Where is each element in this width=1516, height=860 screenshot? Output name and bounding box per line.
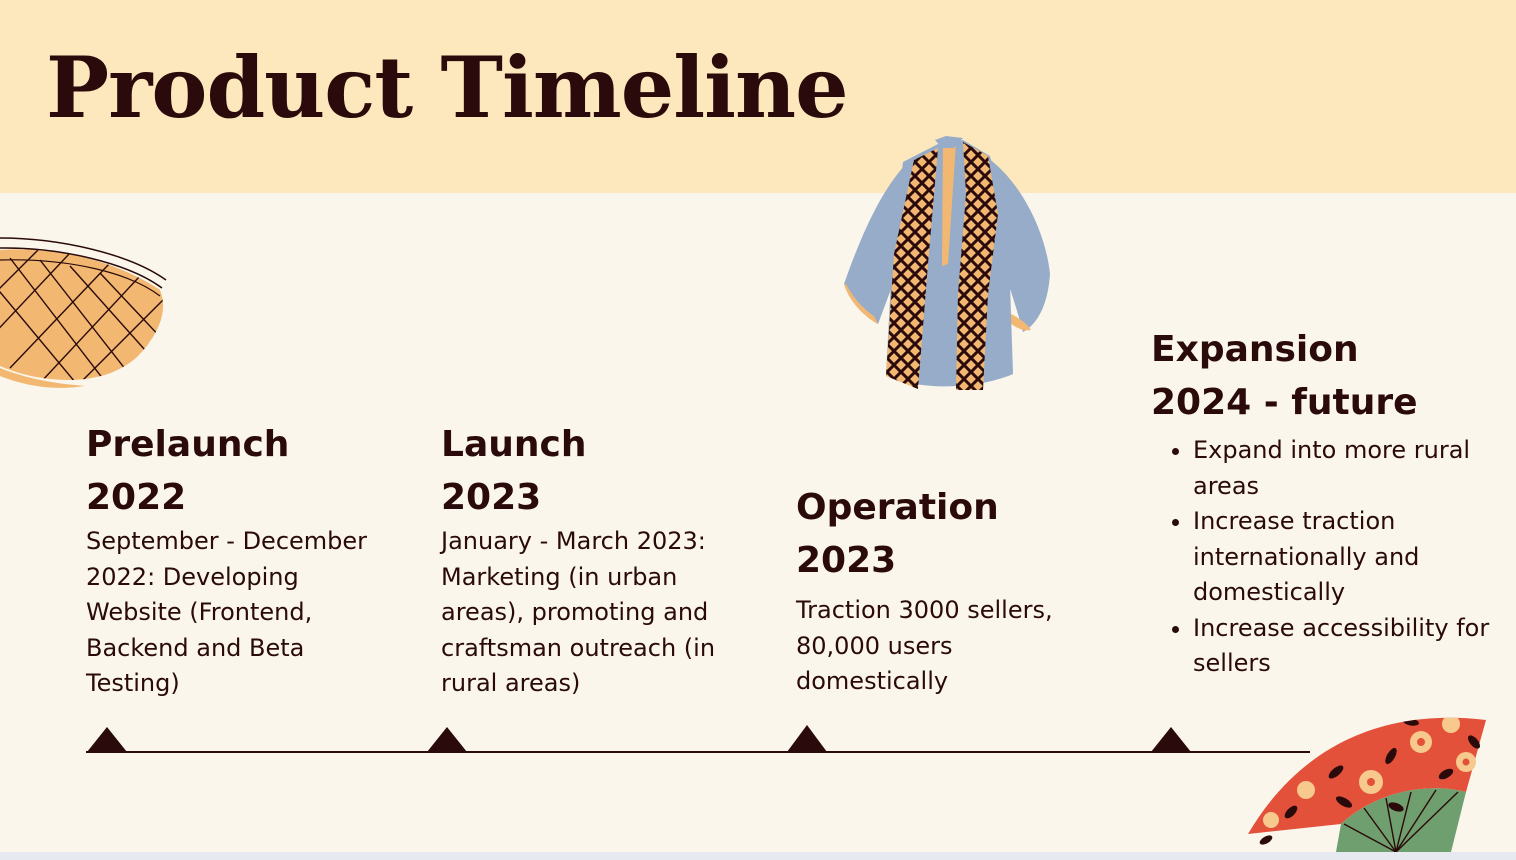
phase-name: Prelaunch [86, 424, 290, 465]
phase-bullet: Expand into more rural areas [1193, 433, 1491, 504]
phase-expansion: Expansion 2024 - future Expand into more… [1151, 323, 1491, 682]
timeline-marker-operation [787, 725, 827, 752]
phase-name: Expansion [1151, 329, 1359, 370]
phase-name: Launch [441, 424, 587, 465]
phase-bullet: Increase traction internationally and do… [1193, 504, 1491, 611]
phase-name: Operation [796, 487, 999, 528]
phase-period: 2024 - future [1151, 382, 1418, 423]
slide: Product Timeline Prelaunch 2022 Septembe… [0, 0, 1516, 852]
page-title: Product Timeline [46, 38, 849, 137]
woven-basket-icon [0, 237, 167, 388]
phase-period: 2023 [796, 540, 897, 581]
phase-description: January - March 2023: Marketing (in urba… [441, 527, 716, 697]
phase-bullet-list: Expand into more rural areas Increase tr… [1151, 433, 1491, 682]
phase-period: 2022 [86, 477, 187, 518]
phase-prelaunch: Prelaunch 2022 September - December 2022… [86, 418, 386, 702]
folding-fan-icon [1248, 717, 1486, 852]
phase-description: September - December 2022: Developing We… [86, 527, 368, 697]
phase-operation: Operation 2023 Traction 3000 sellers, 80… [796, 481, 1086, 700]
timeline-marker-prelaunch [87, 727, 127, 752]
timeline-marker-launch [427, 727, 467, 752]
phase-description: Traction 3000 sellers, 80,000 users dome… [796, 596, 1053, 695]
phase-bullet: Increase accessibility for sellers [1193, 611, 1491, 682]
phase-period: 2023 [441, 477, 542, 518]
phase-launch: Launch 2023 January - March 2023: Market… [441, 418, 741, 702]
timeline-marker-expansion [1151, 727, 1191, 752]
embroidered-jacket-icon [844, 136, 1050, 390]
